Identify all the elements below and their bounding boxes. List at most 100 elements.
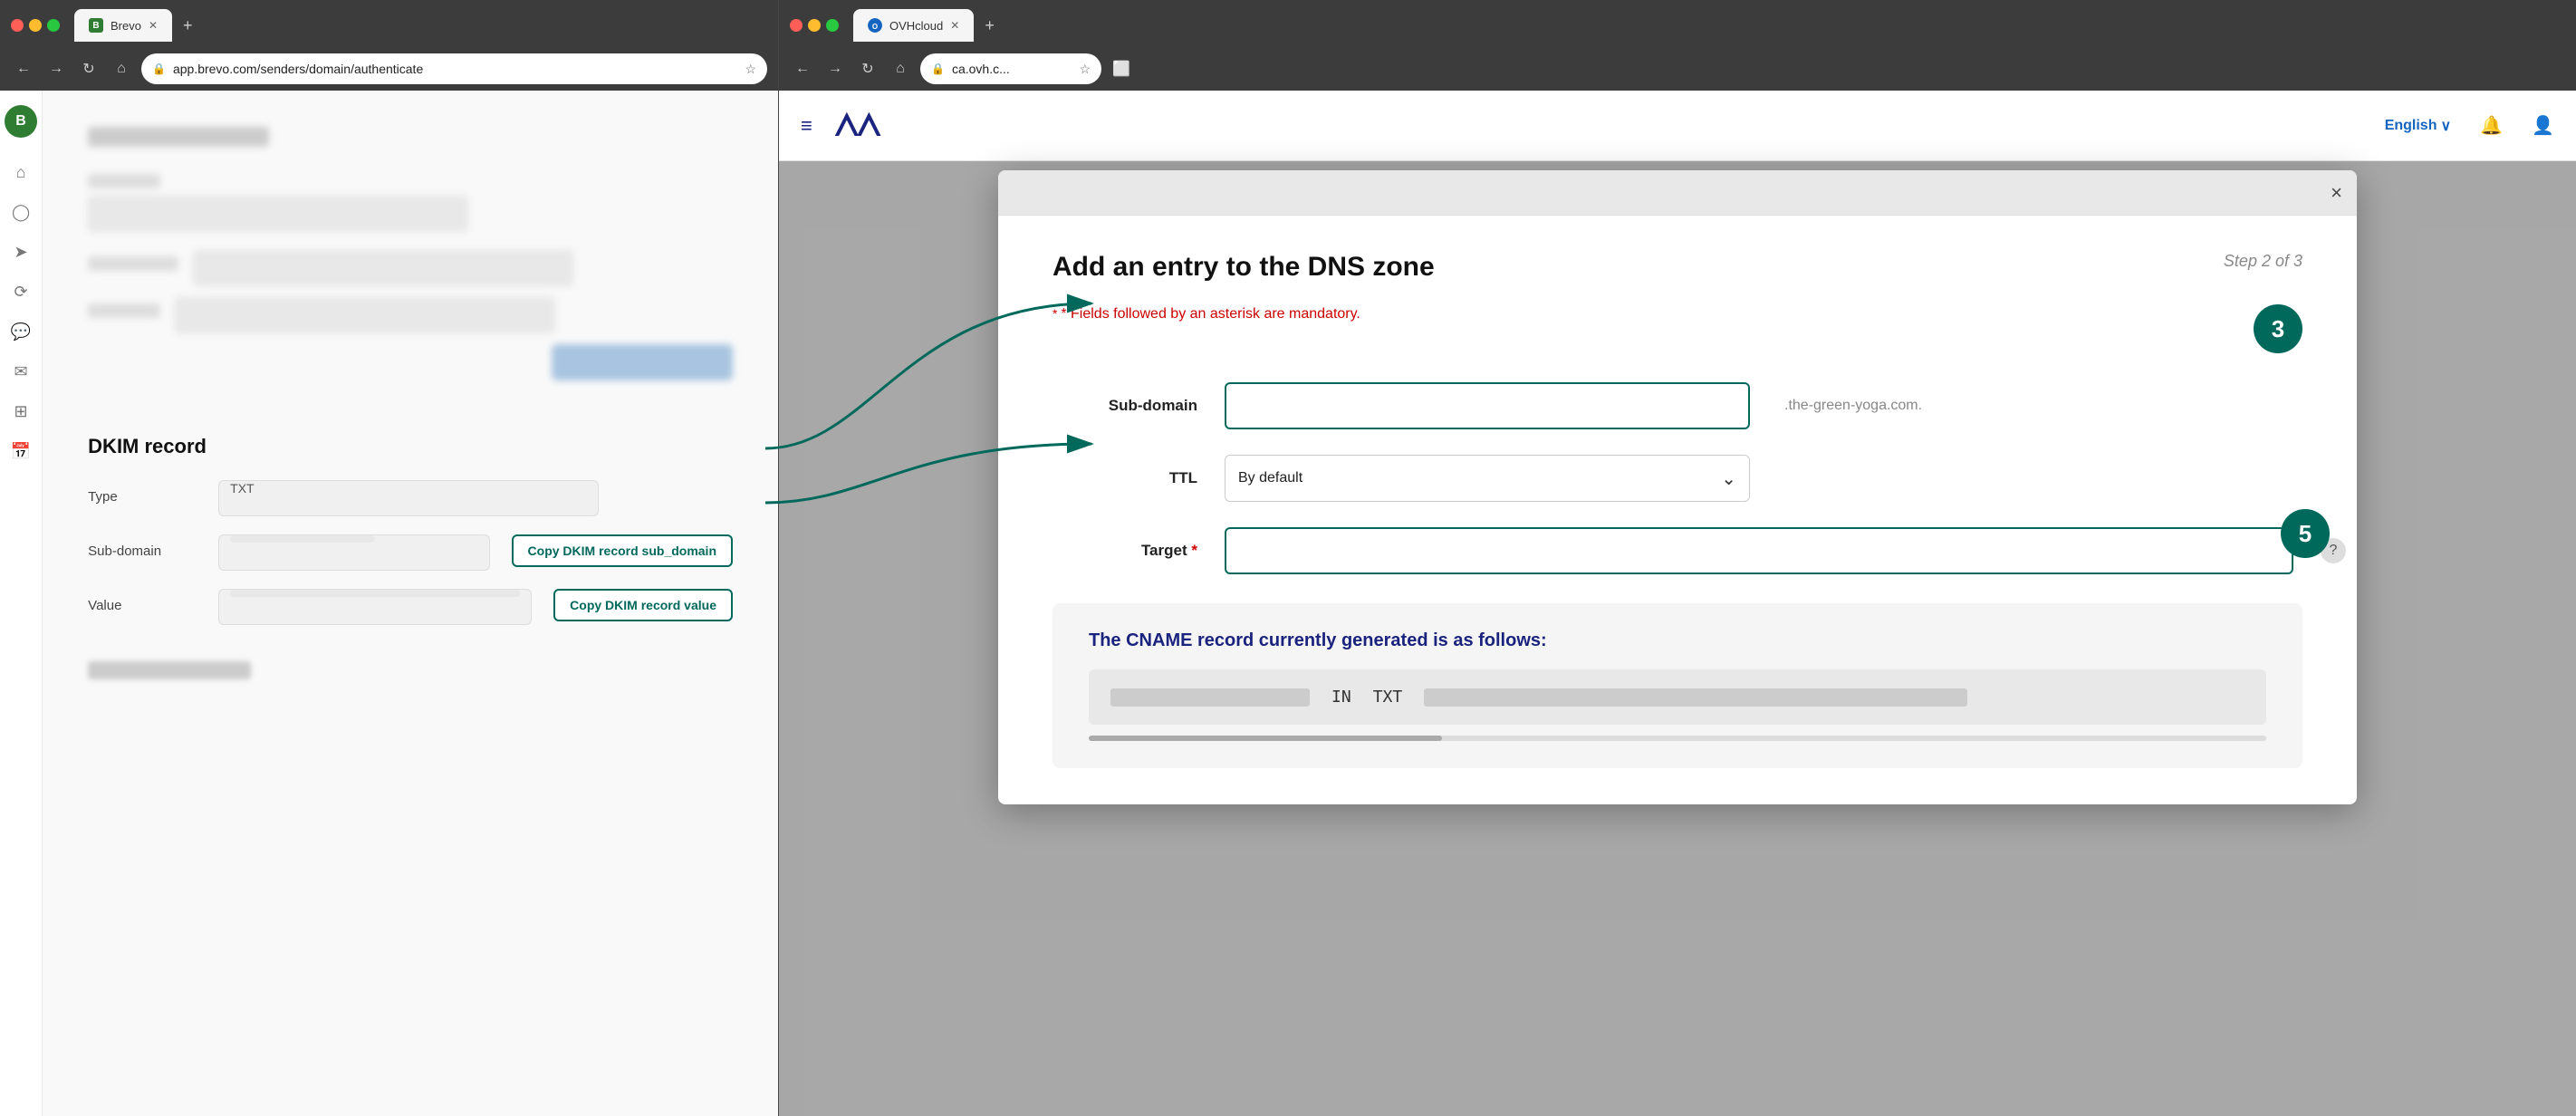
address-bar-left[interactable]: 🔒 app.brevo.com/senders/domain/authentic…	[141, 53, 767, 84]
sidebar-navigation: B ⌂ ◯ ➤ ⟳ 💬 ✉ ⊞ 📅	[0, 91, 43, 1116]
value-row: Value Copy DKIM record value	[88, 589, 733, 625]
dkim-section: DKIM record Type TXT Sub-domain	[88, 435, 733, 679]
ttl-form-row: TTL By default ⌄	[1053, 455, 2302, 502]
bookmark-icon[interactable]: ☆	[745, 62, 756, 77]
home-button-left[interactable]: ⌂	[109, 56, 134, 82]
modal-header-bar: ×	[998, 170, 2357, 216]
ttl-form-label: TTL	[1053, 469, 1197, 487]
new-tab-button-right[interactable]: +	[985, 16, 995, 35]
main-content-left: DKIM record Type TXT Sub-domain	[43, 91, 778, 1116]
back-button-left[interactable]: ←	[11, 56, 36, 82]
step5-badge: 5	[2281, 509, 2330, 558]
cname-in-text: IN	[1331, 688, 1351, 707]
subdomain-form-input[interactable]	[1225, 382, 1750, 429]
forward-button-right[interactable]: →	[822, 56, 848, 82]
close-window-button-right[interactable]	[790, 19, 803, 32]
home-button-right[interactable]: ⌂	[888, 56, 913, 82]
cname-section-title: The CNAME record currently generated is …	[1089, 630, 2266, 651]
cname-txt-text: TXT	[1373, 688, 1403, 707]
modal-backdrop: × Add an entry to the DNS zone Step 2 of…	[779, 161, 2576, 1116]
brevo-favicon: B	[89, 18, 103, 33]
refresh-button-right[interactable]: ↻	[855, 56, 880, 82]
value-label: Value	[88, 589, 197, 613]
type-input[interactable]: TXT	[218, 480, 599, 516]
dkim-title: DKIM record	[88, 435, 733, 458]
copy-subdomain-button[interactable]: Copy DKIM record sub_domain	[512, 534, 733, 567]
left-browser-content: B ⌂ ◯ ➤ ⟳ 💬 ✉ ⊞ 📅	[0, 91, 778, 1116]
chevron-down-icon: ∨	[2440, 117, 2451, 135]
user-account-icon[interactable]: 👤	[2532, 114, 2554, 137]
modal-title-row: Add an entry to the DNS zone Step 2 of 3	[1053, 252, 2302, 283]
back-button-right[interactable]: ←	[790, 56, 815, 82]
modal-step-indicator: Step 2 of 3	[2224, 252, 2302, 271]
subdomain-input[interactable]	[218, 534, 489, 571]
brevo-logo: B	[5, 105, 37, 138]
ttl-select[interactable]: By default ⌄	[1225, 455, 1750, 502]
cname-blurred-right	[1424, 688, 1967, 707]
right-browser-window: O OVHcloud ✕ + ← → ↻ ⌂ 🔒 ca.ovh.c... ☆ ⬜…	[779, 0, 2576, 1116]
subdomain-label: Sub-domain	[88, 534, 197, 559]
ovh-topbar: ≡ English ∨ 🔔 👤	[779, 91, 2576, 161]
bottom-blurred-section	[88, 661, 733, 679]
bookmark-icon-right[interactable]: ☆	[1079, 62, 1091, 77]
sidebar-item-campaigns[interactable]: ➤	[5, 236, 37, 268]
mandatory-note: * * Fields followed by an asterisk are m…	[1053, 306, 1360, 322]
sidebar-item-reports[interactable]: ⊞	[5, 395, 37, 428]
maximize-btn-right[interactable]: ⬜	[1109, 56, 1134, 82]
address-bar-right[interactable]: 🔒 ca.ovh.c... ☆	[920, 53, 1101, 84]
sidebar-item-calendar[interactable]: 📅	[5, 435, 37, 467]
asterisk-marker: *	[1053, 306, 1061, 321]
sidebar-item-inbox[interactable]: ✉	[5, 355, 37, 388]
language-selector[interactable]: English ∨	[2385, 117, 2452, 135]
ovhcloud-favicon: O	[868, 18, 882, 33]
value-input[interactable]	[218, 589, 532, 625]
maximize-window-button[interactable]	[47, 19, 60, 32]
ovh-logo	[827, 108, 890, 144]
window-controls-right	[790, 19, 839, 32]
forward-button-left[interactable]: →	[43, 56, 69, 82]
minimize-window-button[interactable]	[29, 19, 42, 32]
address-row-right: ← → ↻ ⌂ 🔒 ca.ovh.c... ☆ ⬜	[790, 49, 2565, 89]
notification-bell-icon[interactable]: 🔔	[2480, 114, 2503, 137]
sidebar-item-automation[interactable]: ⟳	[5, 275, 37, 308]
url-text-right: ca.ovh.c...	[952, 62, 1072, 76]
minimize-window-button-right[interactable]	[808, 19, 821, 32]
domain-suffix: .the-green-yoga.com.	[1784, 398, 1922, 414]
cname-section: The CNAME record currently generated is …	[1053, 603, 2302, 768]
sidebar-item-home[interactable]: ⌂	[5, 156, 37, 188]
refresh-button-left[interactable]: ↻	[76, 56, 101, 82]
tab-label-brevo: Brevo	[111, 19, 141, 33]
tab-close-ovh[interactable]: ✕	[950, 19, 959, 32]
maximize-window-button-right[interactable]	[826, 19, 839, 32]
type-label: Type	[88, 480, 197, 505]
window-controls	[11, 19, 60, 32]
address-row-left: ← → ↻ ⌂ 🔒 app.brevo.com/senders/domain/a…	[11, 49, 767, 89]
tabs-row-right: O OVHcloud ✕ +	[790, 7, 2565, 43]
target-required-marker: *	[1191, 542, 1197, 559]
security-icon-right: 🔒	[931, 63, 945, 75]
modal-close-button[interactable]: ×	[2331, 181, 2342, 205]
target-form-input[interactable]	[1225, 527, 2293, 574]
scroll-thumb	[1089, 736, 1442, 741]
close-window-button[interactable]	[11, 19, 24, 32]
new-tab-button[interactable]: +	[183, 16, 193, 35]
cname-value-box: IN TXT	[1089, 669, 2266, 725]
copy-value-button[interactable]: Copy DKIM record value	[553, 589, 733, 621]
sidebar-item-conversations[interactable]: 💬	[5, 315, 37, 348]
tab-label-ovh: OVHcloud	[889, 19, 943, 33]
left-browser-chrome: B Brevo ✕ + ← → ↻ ⌂ 🔒 app.brevo.com/send…	[0, 0, 778, 91]
blurred-top-section	[88, 127, 733, 380]
dns-modal: × Add an entry to the DNS zone Step 2 of…	[998, 170, 2357, 804]
security-icon: 🔒	[152, 63, 166, 75]
ttl-dropdown-arrow-icon: ⌄	[1721, 467, 1736, 490]
active-tab-brevo[interactable]: B Brevo ✕	[74, 9, 172, 42]
subdomain-form-label: Sub-domain	[1053, 397, 1197, 415]
hamburger-icon[interactable]: ≡	[801, 114, 812, 138]
tab-close-brevo[interactable]: ✕	[149, 19, 158, 32]
subdomain-form-row: Sub-domain .the-green-yoga.com.	[1053, 382, 2302, 429]
url-text-left: app.brevo.com/senders/domain/authenticat…	[173, 62, 737, 76]
active-tab-ovhcloud[interactable]: O OVHcloud ✕	[853, 9, 974, 42]
scroll-indicator	[1089, 736, 2266, 741]
sidebar-item-contacts[interactable]: ◯	[5, 196, 37, 228]
modal-title: Add an entry to the DNS zone	[1053, 252, 1435, 283]
